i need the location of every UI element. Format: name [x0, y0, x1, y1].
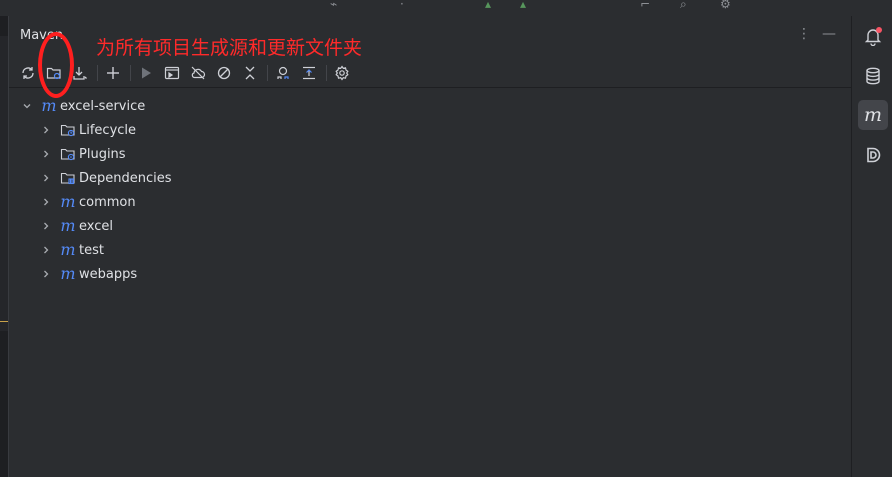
- editor-area-fragment: [0, 16, 9, 477]
- offline-mode-icon[interactable]: [188, 63, 208, 83]
- notification-badge: [876, 27, 882, 33]
- tree-item-lifecycle[interactable]: Lifecycle: [40, 119, 136, 141]
- tree-item-dependencies[interactable]: Dependencies: [40, 167, 172, 189]
- tree-item-excel[interactable]: m excel: [40, 215, 113, 237]
- annotation-circle: [38, 32, 74, 98]
- collapse-icon[interactable]: [240, 63, 260, 83]
- chevron-right-icon[interactable]: [40, 125, 52, 135]
- annotation-text: 为所有项目生成源和更新文件夹: [96, 37, 363, 59]
- plugins-folder-icon: [60, 146, 76, 162]
- chevron-down-icon[interactable]: [21, 101, 33, 111]
- maven-icon-glyph: m: [863, 104, 883, 126]
- maven-module-icon: m: [60, 192, 76, 211]
- run-icon-fragment[interactable]: ▴: [485, 0, 491, 10]
- tree-item-test[interactable]: m test: [40, 239, 104, 261]
- database-icon[interactable]: [858, 61, 888, 91]
- tree-root-excel-service[interactable]: m excel-service: [21, 95, 145, 117]
- gear-icon[interactable]: ⚙: [720, 0, 731, 10]
- maven-module-icon: m: [60, 264, 76, 283]
- show-dependencies-icon[interactable]: [273, 63, 293, 83]
- search-icon[interactable]: ⌕: [680, 0, 687, 10]
- ide-window: ⌁ · ▴ ▴ ⌐ ⌕ ⚙ Maven ⋮ — m excel-service …: [0, 0, 892, 477]
- notifications-icon[interactable]: [858, 21, 888, 51]
- maven-tool-window: Maven ⋮ — m excel-service Lifecycle Plug…: [9, 16, 851, 477]
- tree-item-label: common: [79, 194, 136, 210]
- editor-highlight-line: [0, 321, 8, 322]
- maven-toolbar: [9, 57, 851, 88]
- tree-item-label: Plugins: [79, 146, 126, 162]
- toolbar-separator: [97, 65, 98, 81]
- more-options-icon[interactable]: ⋮: [797, 26, 811, 42]
- dependencies-folder-icon: [60, 170, 76, 186]
- skip-tests-icon[interactable]: [214, 63, 234, 83]
- vcs-icon-fragment[interactable]: ⌐: [640, 0, 650, 10]
- run-icon[interactable]: [136, 63, 156, 83]
- toolbar-separator: [326, 65, 327, 81]
- minimize-button[interactable]: —: [822, 26, 836, 42]
- maven-icon[interactable]: m: [858, 100, 888, 130]
- debug-icon-fragment[interactable]: ▴: [520, 0, 526, 10]
- add-icon[interactable]: [103, 63, 123, 83]
- toolbar-fragment-icon: ·: [400, 0, 404, 11]
- chevron-right-icon[interactable]: [40, 149, 52, 159]
- toolbar-separator: [130, 65, 131, 81]
- chevron-right-icon[interactable]: [40, 221, 52, 231]
- tree-item-label: excel: [79, 218, 113, 234]
- tree-item-label: test: [79, 242, 104, 258]
- tree-item-webapps[interactable]: m webapps: [40, 263, 137, 285]
- tree-item-common[interactable]: m common: [40, 191, 136, 213]
- editor-gutter: [0, 36, 8, 331]
- maven-module-icon: m: [41, 96, 57, 115]
- tree-item-label: Lifecycle: [79, 122, 137, 138]
- maven-module-icon: m: [60, 216, 76, 235]
- chevron-right-icon[interactable]: [40, 269, 52, 279]
- chevron-right-icon[interactable]: [40, 173, 52, 183]
- right-tool-window-bar: m: [851, 16, 892, 477]
- execute-goal-icon[interactable]: [162, 63, 182, 83]
- tree-item-label: Dependencies: [79, 170, 172, 186]
- chevron-right-icon[interactable]: [40, 197, 52, 207]
- run-config-icon[interactable]: ⌁: [330, 0, 337, 10]
- toolbar-separator: [267, 65, 268, 81]
- d-plugin-icon[interactable]: [858, 140, 888, 170]
- tree-item-plugins[interactable]: Plugins: [40, 143, 126, 165]
- expand-all-icon[interactable]: [299, 63, 319, 83]
- lifecycle-folder-icon: [60, 122, 76, 138]
- settings-icon[interactable]: [332, 63, 352, 83]
- tree-item-label: excel-service: [60, 98, 146, 114]
- title-bar-fragment: ⌁ · ▴ ▴ ⌐ ⌕ ⚙: [0, 0, 892, 17]
- reload-icon[interactable]: [18, 63, 38, 83]
- chevron-right-icon[interactable]: [40, 245, 52, 255]
- maven-module-icon: m: [60, 240, 76, 259]
- tree-item-label: webapps: [79, 266, 138, 282]
